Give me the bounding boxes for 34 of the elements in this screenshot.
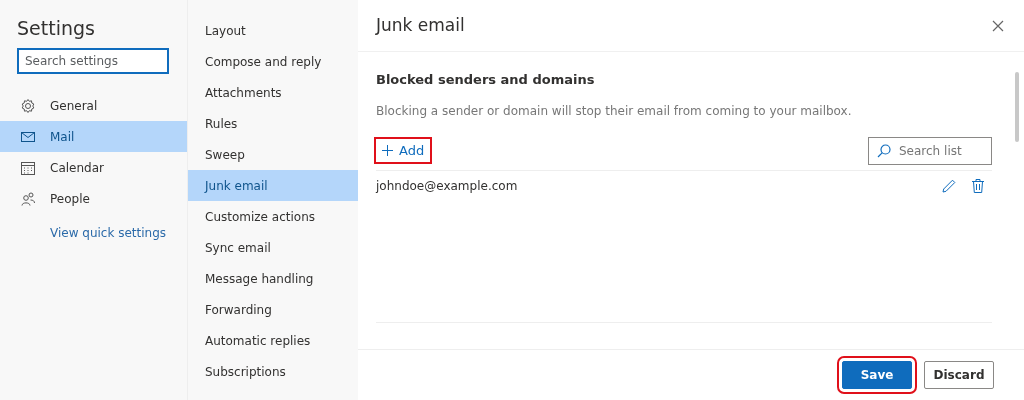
blocked-address: johndoe@example.com [376,178,518,195]
settings-category[interactable]: Compose and reply [188,46,358,77]
settings-category[interactable]: Automatic replies [188,325,358,356]
section-title: Blocked senders and domains [376,71,596,89]
panel-title: Junk email [376,13,465,37]
settings-title: Settings [16,16,96,41]
pencil-icon[interactable] [942,179,956,193]
settings-category[interactable]: Forwarding [188,294,358,325]
settings-category[interactable]: Rules [188,108,358,139]
search-list-field[interactable]: Search list [868,136,992,165]
search-field[interactable]: Search settings [17,48,169,74]
settings-category[interactable]: Junk email [188,170,358,201]
sidebar-item[interactable]: General [0,90,187,121]
calendar-icon [20,159,36,176]
close-icon[interactable] [992,19,1004,32]
settings-category[interactable]: Message handling [188,263,358,294]
view-quick-settings-link[interactable]: View quick settings [50,224,167,242]
sidebar-item[interactable]: People [0,183,187,214]
settings-category[interactable]: Attachments [188,77,358,108]
settings-category[interactable]: Layout [188,15,358,46]
add-button[interactable]: Add [376,138,431,163]
settings-category[interactable]: Sync email [188,232,358,263]
settings-category[interactable]: Customize actions [188,201,358,232]
gear-icon [20,97,36,114]
sidebar-item[interactable]: Calendar [0,152,187,183]
section-description: Blocking a sender or domain will stop their email from coming to your mailbox. [376,102,853,120]
settings-category[interactable]: Subscriptions [188,356,358,387]
discard-button[interactable]: Discard [924,361,994,389]
plus-icon [382,145,393,156]
trash-icon[interactable] [972,179,984,193]
sidebar-item[interactable]: Mail [0,121,187,152]
people-icon [20,190,36,207]
settings-category[interactable]: Sweep [188,139,358,170]
search-icon [877,143,891,158]
